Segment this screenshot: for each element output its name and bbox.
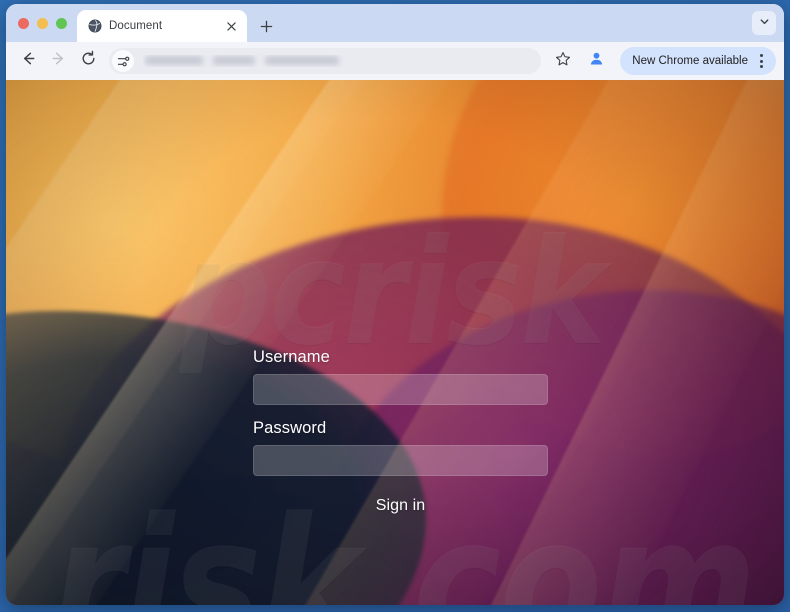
page-viewport: pcrisk .risk.com Username Password Sign …: [6, 80, 784, 605]
sign-in-button[interactable]: Sign in: [370, 495, 432, 517]
maximize-window-button[interactable]: [56, 17, 67, 29]
tab-search-button[interactable]: [752, 11, 776, 35]
back-button[interactable]: [14, 47, 42, 75]
profile-avatar[interactable]: [582, 47, 610, 75]
reload-icon: [80, 50, 97, 72]
address-bar[interactable]: [109, 48, 542, 74]
globe-icon: [87, 19, 102, 34]
close-tab-button[interactable]: [223, 18, 239, 34]
tune-icon[interactable]: [112, 50, 134, 72]
arrow-left-icon: [20, 50, 37, 72]
username-label: Username: [253, 348, 330, 366]
bookmark-button[interactable]: [550, 48, 576, 74]
wallpaper-vignette: [6, 80, 784, 605]
chrome-update-button[interactable]: New Chrome available: [620, 47, 776, 75]
chrome-update-label: New Chrome available: [632, 55, 748, 67]
chrome-menu-button[interactable]: [750, 48, 772, 74]
username-field-group: Username: [253, 348, 548, 405]
tab-title: Document: [109, 20, 163, 32]
chevron-down-icon: [759, 14, 770, 32]
new-tab-button[interactable]: [253, 13, 279, 39]
reload-button[interactable]: [74, 47, 102, 75]
wallpaper-background: [6, 80, 784, 605]
address-bar-url[interactable]: [143, 55, 537, 67]
forward-button[interactable]: [44, 47, 72, 75]
star-icon: [555, 51, 571, 72]
browser-tab-document[interactable]: Document: [77, 10, 247, 42]
browser-window: Document New Chrome available Username P…: [6, 4, 784, 605]
password-field-group: Password: [253, 419, 548, 476]
login-form: Username Password Sign in: [253, 348, 548, 517]
username-input[interactable]: [253, 374, 548, 405]
password-label: Password: [253, 419, 327, 437]
password-input[interactable]: [253, 445, 548, 476]
arrow-right-icon: [50, 50, 67, 72]
person-icon: [588, 50, 605, 72]
traffic-lights: [6, 4, 77, 42]
minimize-window-button[interactable]: [37, 17, 48, 29]
browser-toolbar: New Chrome available: [6, 42, 784, 80]
close-window-button[interactable]: [18, 17, 29, 29]
tab-strip: Document: [6, 4, 784, 42]
